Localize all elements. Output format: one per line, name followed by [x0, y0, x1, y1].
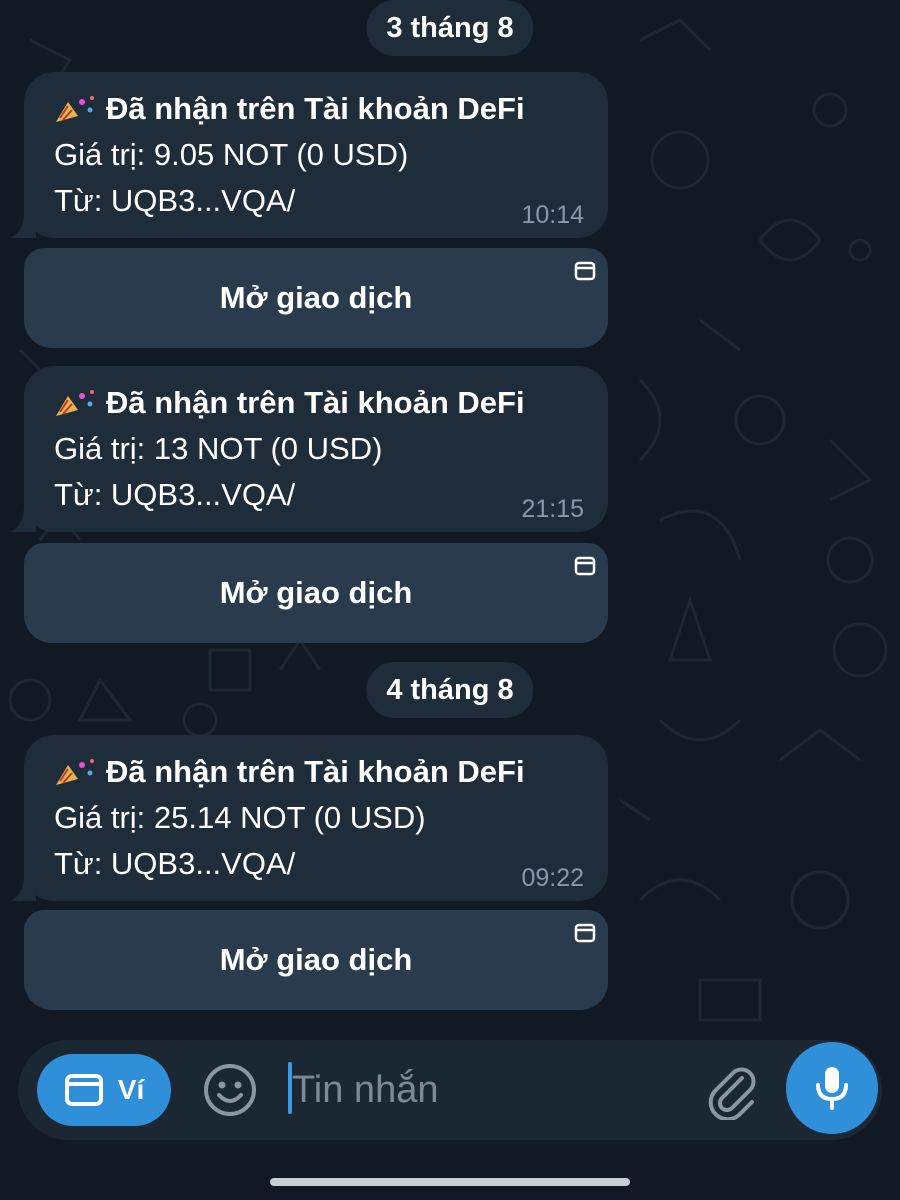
message-bubble: Đã nhận trên Tài khoản DeFi Giá trị: 25.… — [10, 735, 608, 901]
microphone-icon — [816, 1067, 848, 1110]
message-sender: Từ: UQB3...VQA/ — [54, 846, 296, 881]
message-input[interactable] — [290, 1054, 702, 1126]
message-value: Giá trị: 25.14 NOT (0 USD) — [54, 800, 426, 835]
open-transaction-button[interactable]: Mở giao dịch — [24, 910, 608, 1010]
message-title-line: Đã nhận trên Tài khoản DeFi — [54, 380, 584, 426]
message-composer: Ví — [18, 1040, 882, 1140]
app-window-icon — [574, 556, 596, 576]
message-value: Giá trị: 13 NOT (0 USD) — [54, 431, 383, 466]
date-separator: 4 tháng 8 — [366, 662, 534, 718]
open-transaction-label: Mở giao dịch — [219, 280, 413, 315]
message-bubble: Đã nhận trên Tài khoản DeFi Giá trị: 13 … — [10, 366, 608, 532]
message-title: Đã nhận trên Tài khoản DeFi — [106, 91, 525, 126]
bubble-tail — [10, 212, 36, 238]
open-transaction-label: Mở giao dịch — [219, 575, 413, 610]
smiley-icon[interactable] — [202, 1062, 258, 1118]
message-time: 10:14 — [521, 201, 584, 229]
microphone-button[interactable] — [786, 1042, 878, 1134]
message-value: Giá trị: 9.05 NOT (0 USD) — [54, 137, 409, 172]
party-popper-icon — [56, 390, 94, 416]
message-title: Đã nhận trên Tài khoản DeFi — [106, 754, 525, 789]
wallet-button-label: Ví — [117, 1074, 145, 1105]
date-separator: 3 tháng 8 — [366, 0, 534, 56]
message-title-line: Đã nhận trên Tài khoản DeFi — [54, 86, 584, 132]
message-title-line: Đã nhận trên Tài khoản DeFi — [54, 749, 584, 795]
app-window-icon — [574, 261, 596, 281]
message-time: 09:22 — [521, 864, 584, 892]
open-transaction-label: Mở giao dịch — [219, 942, 413, 977]
bubble-tail — [10, 875, 36, 901]
home-indicator[interactable] — [270, 1178, 630, 1186]
party-popper-icon — [56, 96, 94, 122]
message-time: 21:15 — [521, 495, 584, 523]
message-sender: Từ: UQB3...VQA/ — [54, 477, 296, 512]
app-window-icon — [574, 923, 596, 943]
party-popper-icon — [56, 759, 94, 785]
message-sender: Từ: UQB3...VQA/ — [54, 183, 296, 218]
bubble-tail — [10, 506, 36, 532]
paperclip-icon[interactable] — [702, 1060, 762, 1120]
wallet-button[interactable]: Ví — [37, 1054, 171, 1126]
message-bubble: Đã nhận trên Tài khoản DeFi Giá trị: 9.0… — [10, 72, 608, 238]
open-transaction-button[interactable]: Mở giao dịch — [24, 248, 608, 348]
message-title: Đã nhận trên Tài khoản DeFi — [106, 385, 525, 420]
wallet-window-icon — [64, 1074, 103, 1106]
open-transaction-button[interactable]: Mở giao dịch — [24, 543, 608, 643]
